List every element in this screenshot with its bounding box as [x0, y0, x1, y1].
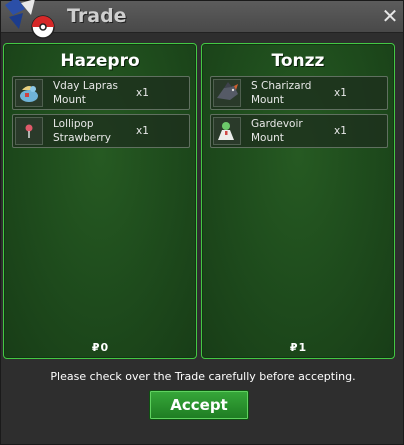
item-name: Lollipop Strawberry	[53, 118, 111, 144]
item-quantity: x1	[334, 125, 347, 137]
close-icon[interactable]: ✕	[381, 6, 399, 26]
charizard-mount-icon	[213, 79, 241, 107]
window-title: Trade	[67, 5, 127, 27]
money-value: 1	[298, 341, 307, 354]
trade-item-slot[interactable]: Gardevoir Mount x1	[210, 114, 388, 148]
item-name: Gardevoir Mount	[251, 118, 303, 144]
money-amount: ₽0	[4, 341, 196, 354]
left-trade-panel: Hazepro Vday Lapras Mount x1 Lollipop St…	[3, 43, 197, 359]
item-name: Vday Lapras Mount	[53, 80, 119, 106]
left-player-name: Hazepro	[60, 51, 140, 71]
trade-item-slot[interactable]: Lollipop Strawberry x1	[12, 114, 190, 148]
trade-item-slot[interactable]: S Charizard Mount x1	[210, 76, 388, 110]
pokedollar-icon: ₽	[289, 341, 298, 354]
money-amount: ₽1	[202, 341, 394, 354]
pokedollar-icon: ₽	[91, 341, 100, 354]
trade-item-slot[interactable]: Vday Lapras Mount x1	[12, 76, 190, 110]
item-quantity: x1	[334, 87, 347, 99]
trade-notice: Please check over the Trade carefully be…	[50, 370, 356, 383]
lollipop-icon	[15, 117, 43, 145]
item-quantity: x1	[136, 125, 149, 137]
item-name: S Charizard Mount	[251, 80, 312, 106]
title-bar[interactable]: Trade ✕	[1, 0, 403, 39]
trade-window: Trade ✕ Hazepro Vday Lapras Mount x1 Lol…	[0, 0, 404, 445]
lapras-mount-icon	[15, 79, 43, 107]
right-player-name: Tonzz	[271, 51, 325, 71]
money-value: 0	[100, 341, 109, 354]
accept-button[interactable]: Accept	[149, 390, 249, 420]
item-quantity: x1	[136, 87, 149, 99]
gardevoir-mount-icon	[213, 117, 241, 145]
pokeball-logo-icon	[5, 0, 55, 39]
right-trade-panel: Tonzz S Charizard Mount x1 Gardevoir Mou…	[201, 43, 395, 359]
